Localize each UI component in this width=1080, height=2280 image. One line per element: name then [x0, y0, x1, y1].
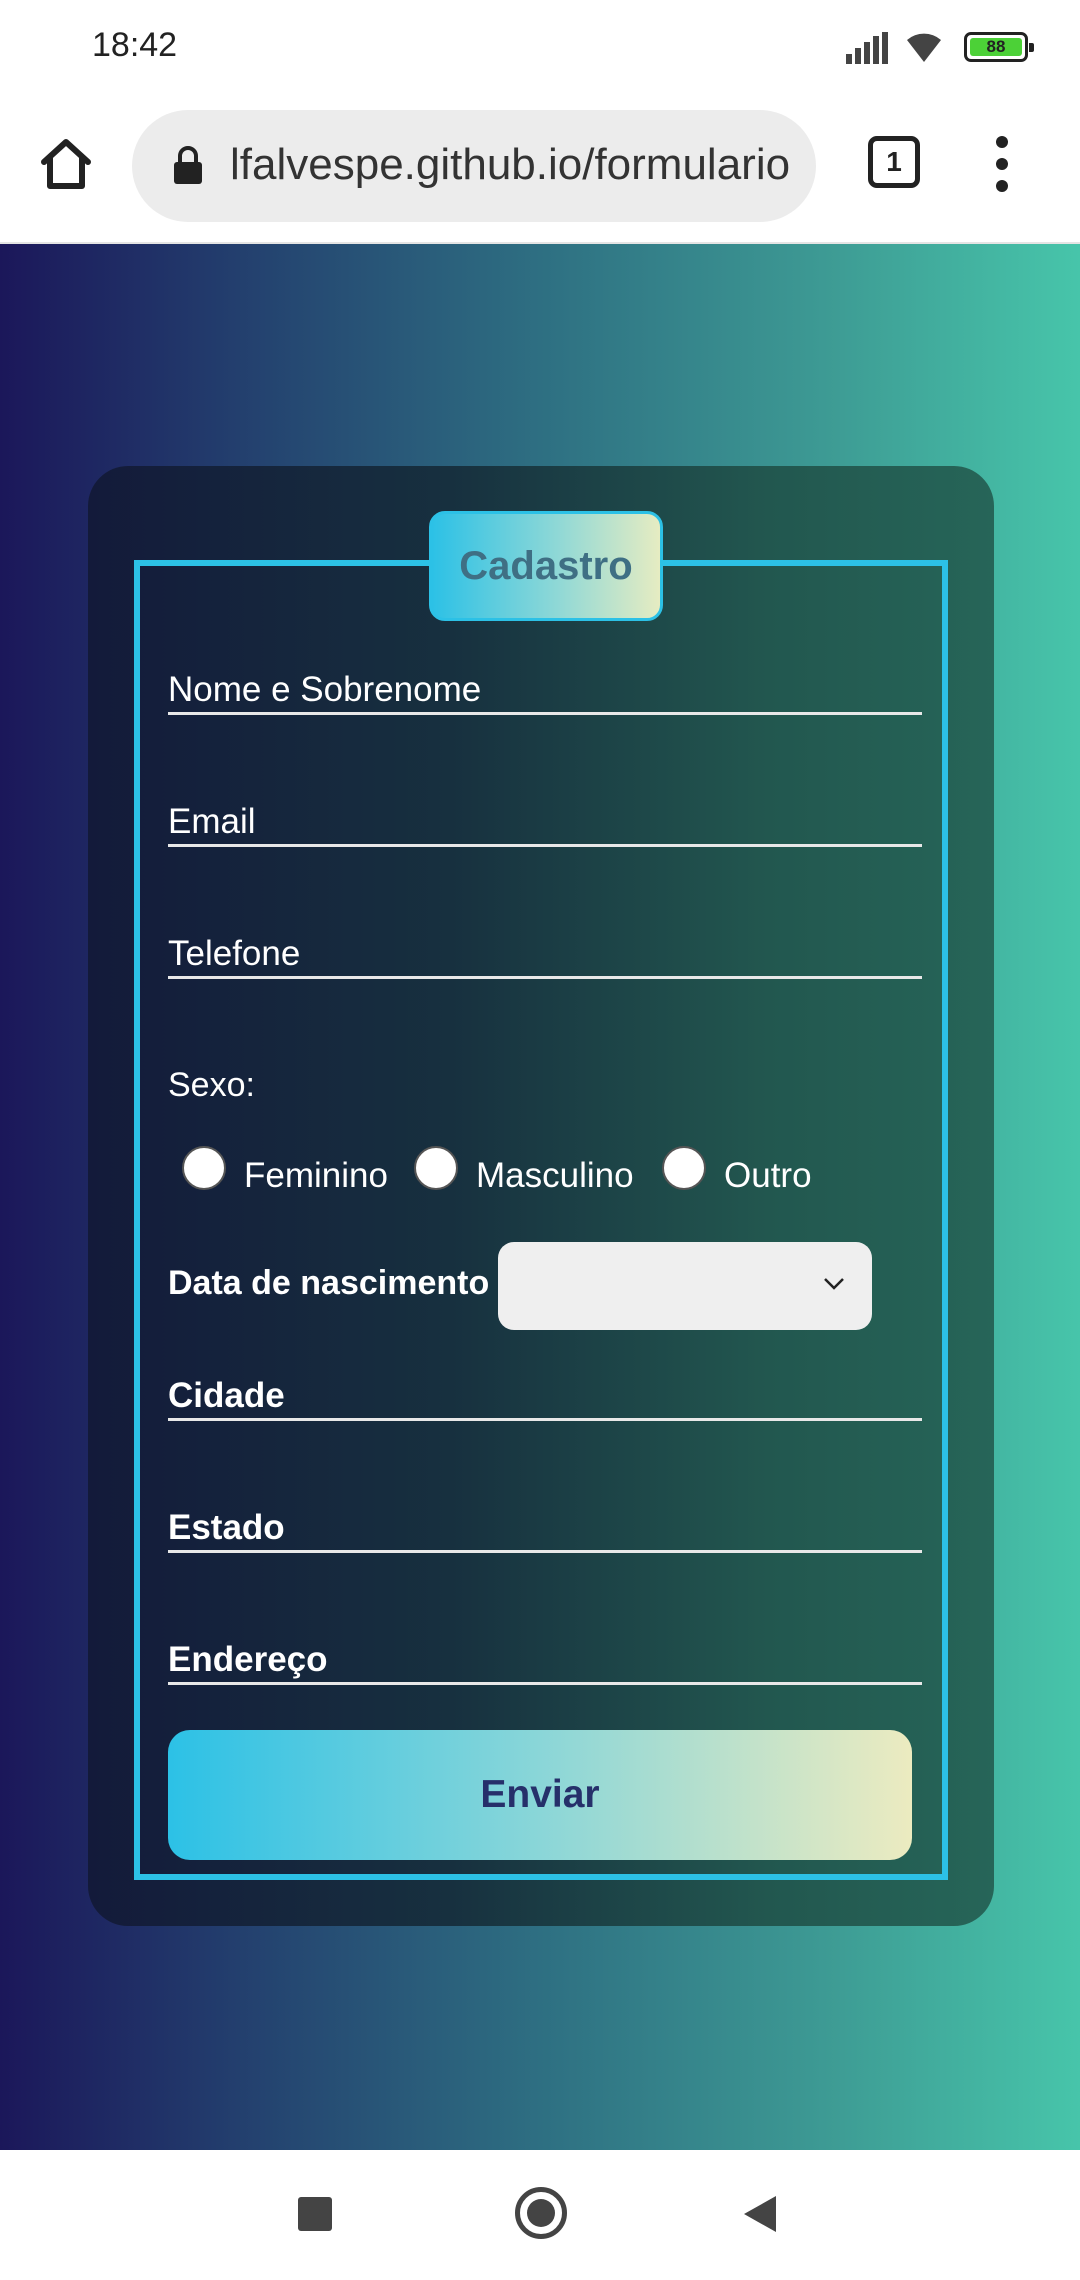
email-input[interactable]: Email: [168, 802, 922, 847]
back-icon[interactable]: [742, 2194, 778, 2234]
city-input[interactable]: Cidade: [168, 1376, 922, 1421]
radio-label-feminino: Feminino: [244, 1156, 388, 1195]
tabs-button[interactable]: 1: [868, 136, 920, 188]
radio-outro[interactable]: [662, 1146, 706, 1190]
form-legend: Cadastro: [429, 511, 663, 621]
battery-icon: 88: [964, 32, 1034, 62]
menu-icon[interactable]: [990, 136, 1014, 196]
form-fieldset: Cadastro Nome e Sobrenome Email Telefone…: [134, 511, 948, 1880]
radio-label-masculino: Masculino: [476, 1156, 634, 1195]
phone-input[interactable]: Telefone: [168, 934, 922, 979]
wifi-icon: [907, 33, 941, 62]
url-text[interactable]: lfalvespe.github.io/formulario: [230, 140, 800, 190]
name-input[interactable]: Nome e Sobrenome: [168, 670, 922, 715]
form-card: Cadastro Nome e Sobrenome Email Telefone…: [88, 466, 994, 1926]
state-input[interactable]: Estado: [168, 1508, 922, 1553]
recents-icon[interactable]: [298, 2197, 332, 2231]
birth-date-select[interactable]: [498, 1242, 872, 1330]
address-bar[interactable]: lfalvespe.github.io/formulario: [132, 110, 816, 222]
sexo-label: Sexo:: [168, 1066, 255, 1104]
status-bar: 18:42 88: [0, 0, 1080, 96]
home-icon[interactable]: [36, 134, 96, 194]
status-time: 18:42: [92, 26, 178, 64]
navigation-bar: [0, 2150, 1080, 2280]
birth-date-label: Data de nascimento: [168, 1264, 490, 1302]
lock-icon: [174, 146, 202, 184]
browser-toolbar: lfalvespe.github.io/formulario 1: [0, 96, 1080, 244]
signal-icon: [846, 32, 888, 64]
radio-feminino[interactable]: [182, 1146, 226, 1190]
radio-label-outro: Outro: [724, 1156, 812, 1195]
chevron-down-icon: [824, 1278, 844, 1290]
page-background: Cadastro Nome e Sobrenome Email Telefone…: [0, 244, 1080, 2150]
submit-button[interactable]: Enviar: [168, 1730, 912, 1860]
battery-level: 88: [970, 38, 1022, 56]
home-circle-icon[interactable]: [515, 2187, 567, 2239]
radio-masculino[interactable]: [414, 1146, 458, 1190]
address-input[interactable]: Endereço: [168, 1640, 922, 1685]
battery-tip: [1029, 43, 1034, 52]
